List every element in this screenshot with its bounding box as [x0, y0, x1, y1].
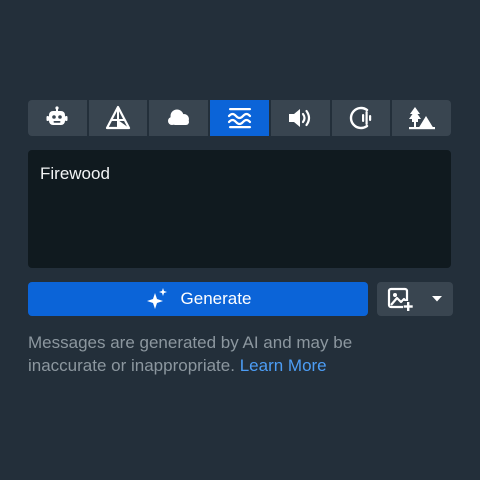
trees-mountain-icon	[408, 107, 435, 130]
ai-disclaimer: Messages are generated by AI and may be …	[28, 331, 428, 377]
voice-icon	[349, 106, 372, 130]
cloud-icon	[167, 109, 189, 125]
generate-label: Generate	[180, 289, 252, 308]
add-image-icon	[387, 287, 413, 311]
tab-prism[interactable]	[88, 100, 148, 136]
sparkles-icon	[146, 288, 167, 309]
speaker-icon	[289, 109, 311, 127]
tab-voice[interactable]	[331, 100, 391, 136]
robot-icon	[46, 106, 68, 125]
tab-waves[interactable]	[210, 100, 269, 136]
caret-down-icon	[432, 296, 442, 302]
prism-icon	[105, 105, 131, 130]
category-tabs	[28, 100, 452, 136]
tab-scene[interactable]	[392, 100, 452, 136]
generate-button[interactable]: Generate	[28, 282, 368, 316]
prompt-input[interactable]: Firewood	[28, 150, 451, 268]
tab-weather[interactable]	[149, 100, 209, 136]
tab-sound[interactable]	[270, 100, 330, 136]
waves-icon	[227, 108, 251, 129]
learn-more-link[interactable]: Learn More	[240, 356, 327, 375]
tab-robot[interactable]	[28, 100, 87, 136]
image-options-button[interactable]	[377, 282, 453, 316]
